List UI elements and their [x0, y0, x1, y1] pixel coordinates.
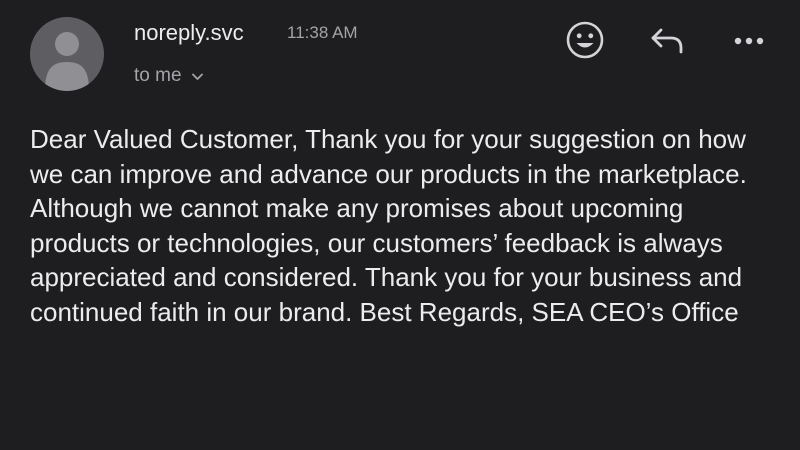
- chevron-down-icon: [191, 64, 203, 88]
- sender-avatar[interactable]: [30, 17, 104, 91]
- smiley-face-icon: [566, 21, 604, 59]
- email-timestamp: 11:38 AM: [287, 23, 358, 42]
- email-body: Dear Valued Customer, Thank you for your…: [30, 124, 747, 327]
- recipient-details-toggle[interactable]: to me: [134, 64, 203, 88]
- recipient-label: to me: [134, 65, 182, 86]
- email-header: noreply.svc 11:38 AM to me: [0, 0, 800, 110]
- sender-name[interactable]: noreply.svc: [134, 19, 244, 47]
- reply-button[interactable]: [645, 18, 689, 62]
- more-options-button[interactable]: [727, 18, 771, 62]
- react-button[interactable]: [563, 18, 607, 62]
- more-horizontal-icon: [734, 37, 764, 45]
- person-avatar-icon: [45, 32, 89, 91]
- reply-arrow-icon: [651, 28, 683, 54]
